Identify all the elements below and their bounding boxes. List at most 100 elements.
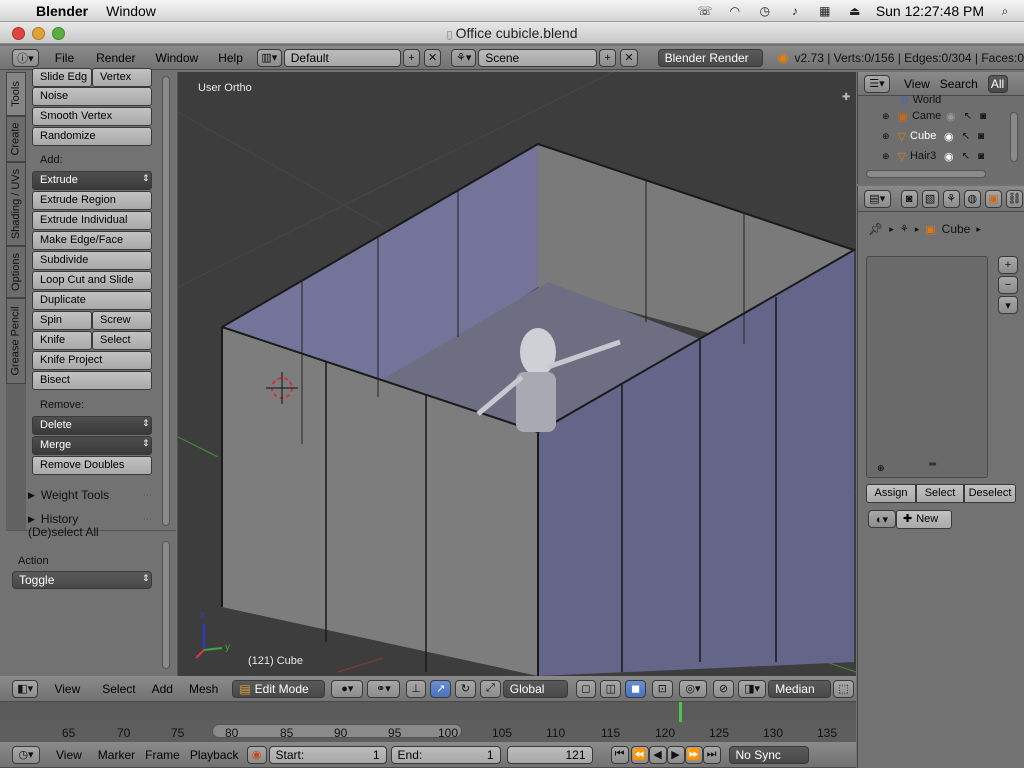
vertex-group-specials-icon[interactable]: ▾: [998, 296, 1018, 314]
outliner-menu-search[interactable]: Search: [940, 77, 978, 91]
knife-select-button[interactable]: Select: [92, 331, 152, 350]
tab-create[interactable]: Create: [6, 116, 26, 162]
operator-title[interactable]: (De)select All: [28, 525, 99, 539]
timeline-menu-frame[interactable]: Frame: [145, 748, 180, 762]
timeline-menu-marker[interactable]: Marker: [98, 748, 135, 762]
3d-menu-mesh[interactable]: Mesh: [189, 682, 218, 696]
proportional-editing-icon[interactable]: ◎▾: [678, 679, 708, 698]
selectable-cursor-icon[interactable]: ↖: [964, 111, 972, 122]
snap-element-icon[interactable]: ◨▾: [737, 679, 767, 698]
render-engine-select[interactable]: Blender Render: [657, 48, 764, 67]
record-keyframes-icon[interactable]: ◉: [246, 745, 267, 764]
time-machine-icon[interactable]: ◷: [756, 4, 774, 18]
bisect-button[interactable]: Bisect: [32, 371, 152, 390]
snap-target-select[interactable]: Median: [768, 679, 832, 698]
vertex-group-list[interactable]: ⊕ ═: [866, 256, 988, 478]
merge-menu[interactable]: Merge: [32, 436, 152, 455]
end-frame-field[interactable]: End: 1: [390, 745, 501, 764]
deselect-button[interactable]: Deselect: [964, 484, 1016, 503]
outliner-row-camera[interactable]: ⊕ ▣ Came ◉ ↖ ◙: [858, 106, 1018, 126]
selectable-cursor-icon[interactable]: ↖: [962, 131, 970, 142]
renderable-camera-icon[interactable]: ◙: [978, 151, 984, 162]
tab-grease-pencil[interactable]: Grease Pencil: [6, 298, 26, 384]
make-edge-face-button[interactable]: Make Edge/Face: [32, 231, 152, 250]
world-context-icon[interactable]: ◍: [963, 189, 981, 208]
window-menu[interactable]: Window: [106, 3, 156, 19]
scene-name-field[interactable]: Scene: [478, 48, 598, 67]
jump-to-end-icon[interactable]: ⏭: [702, 745, 721, 764]
delete-scene-icon[interactable]: ✕: [620, 48, 638, 67]
viewport-scene[interactable]: [178, 72, 856, 676]
interaction-mode-select[interactable]: ▤ Edit Mode: [232, 679, 326, 698]
tab-options[interactable]: Options: [6, 246, 26, 298]
render-region-icon[interactable]: ⬚: [833, 679, 854, 698]
spin-button[interactable]: Spin: [32, 311, 92, 330]
properties-editor-type-icon[interactable]: ▤▾: [864, 189, 891, 208]
scene-context-icon[interactable]: ⚘: [942, 189, 960, 208]
spotlight-search-icon[interactable]: ⌕: [996, 4, 1014, 18]
add-vertex-group-icon[interactable]: +: [998, 256, 1018, 274]
list-resize-grip-icon[interactable]: ═: [929, 459, 936, 470]
outliner-scrollbar-horizontal[interactable]: [866, 170, 986, 178]
editor-type-info-icon[interactable]: ⓘ▾: [12, 48, 39, 67]
knife-project-button[interactable]: Knife Project: [32, 351, 152, 370]
app-menu[interactable]: Blender: [36, 3, 88, 19]
expand-icon[interactable]: ⊕: [882, 151, 890, 162]
screen-name-field[interactable]: Default: [283, 48, 401, 67]
subdivide-button[interactable]: Subdivide: [32, 251, 152, 270]
volume-icon[interactable]: ♪: [786, 4, 804, 18]
timeline[interactable]: 65 70 75 80 85 90 95 100 105 110 115 120…: [0, 702, 856, 742]
extrude-menu[interactable]: Extrude: [32, 171, 152, 190]
menu-window[interactable]: Window: [156, 51, 199, 65]
render-context-icon[interactable]: ◙: [900, 189, 918, 208]
outliner-editor-type-icon[interactable]: ☰▾: [864, 74, 890, 93]
3d-menu-view[interactable]: View: [54, 682, 80, 696]
corner-widget-icon[interactable]: ✚: [842, 92, 850, 103]
remove-vertex-group-icon[interactable]: −: [998, 276, 1018, 294]
outliner-row-world[interactable]: ◍ World: [858, 94, 1018, 106]
randomize-button[interactable]: Randomize: [32, 127, 152, 146]
transform-orientation-select[interactable]: Global: [502, 679, 568, 698]
object-context-icon[interactable]: ▣: [984, 189, 1002, 208]
jump-to-start-icon[interactable]: ⏮: [610, 745, 629, 764]
rotate-manipulator-icon[interactable]: ↻: [455, 679, 476, 698]
timeline-menu-playback[interactable]: Playback: [190, 748, 239, 762]
action-select[interactable]: Toggle: [12, 571, 152, 589]
outliner-scrollbar-vertical[interactable]: [1010, 112, 1018, 162]
phone-icon[interactable]: ☏: [696, 4, 714, 18]
tab-tools[interactable]: Tools: [6, 72, 26, 116]
weight-tools-panel-header[interactable]: ▶ Weight Tools ⋯: [28, 484, 152, 506]
3d-menu-add[interactable]: Add: [152, 682, 173, 696]
timeline-menu-view[interactable]: View: [56, 748, 82, 762]
delete-menu[interactable]: Delete: [32, 416, 152, 435]
loop-cut-slide-button[interactable]: Loop Cut and Slide: [32, 271, 152, 290]
scale-manipulator-icon[interactable]: ⤢: [479, 679, 501, 698]
list-filter-icon[interactable]: ⊕: [877, 463, 885, 474]
slide-edge-button[interactable]: Slide Edg: [32, 68, 92, 87]
start-frame-field[interactable]: Start: 1: [268, 745, 387, 764]
3d-menu-select[interactable]: Select: [102, 682, 135, 696]
expand-icon[interactable]: ⊕: [882, 131, 890, 142]
wifi-icon[interactable]: ◠: [726, 4, 744, 18]
add-screen-icon[interactable]: +: [402, 48, 421, 67]
current-frame-field[interactable]: 121: [506, 745, 593, 764]
timeline-editor-type-icon[interactable]: ◷▾: [12, 745, 40, 764]
renderable-camera-icon[interactable]: ◙: [978, 131, 984, 142]
current-frame-marker[interactable]: [679, 702, 682, 722]
pivot-point-icon[interactable]: ⚭▾: [367, 679, 400, 698]
jump-to-previous-keyframe-icon[interactable]: ⏪: [630, 745, 649, 764]
selectable-cursor-icon[interactable]: ↖: [962, 151, 970, 162]
play-icon[interactable]: ▶: [666, 745, 685, 764]
tab-shading-uvs[interactable]: Shading / UVs: [6, 162, 26, 246]
screw-button[interactable]: Screw: [92, 311, 152, 330]
menu-help[interactable]: Help: [218, 51, 243, 65]
delete-screen-icon[interactable]: ✕: [424, 48, 442, 67]
outliner-display-mode[interactable]: All: [987, 74, 1008, 93]
3d-view-editor-type-icon[interactable]: ◧▾: [12, 679, 39, 698]
duplicate-button[interactable]: Duplicate: [32, 291, 152, 310]
zoom-window-button[interactable]: [52, 27, 65, 40]
drag-grip-icon[interactable]: ⋯: [143, 490, 152, 501]
viewport-shading-icon[interactable]: ●▾: [331, 679, 364, 698]
extrude-region-button[interactable]: Extrude Region: [32, 191, 152, 210]
knife-button[interactable]: Knife: [32, 331, 92, 350]
